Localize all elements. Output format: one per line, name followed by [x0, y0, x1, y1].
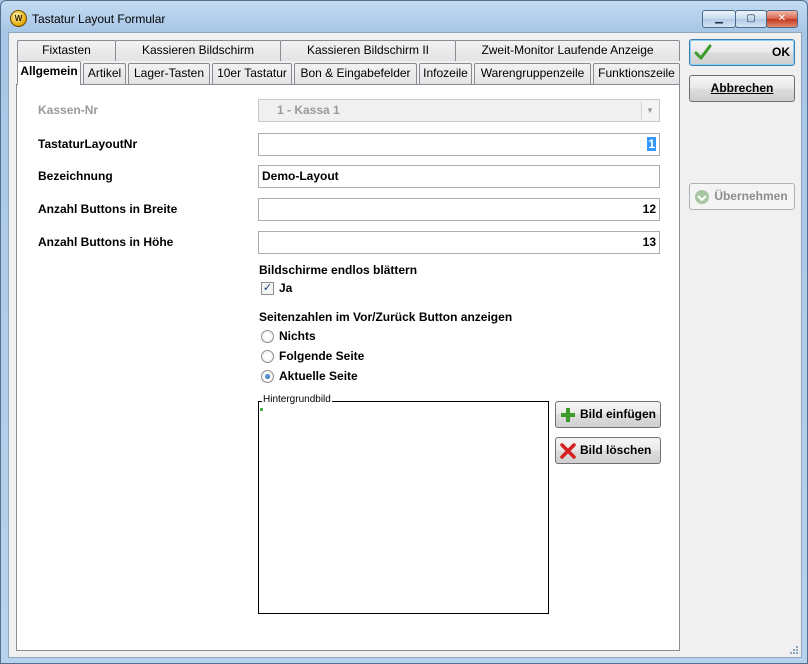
insert-image-label: Bild einfügen [580, 407, 656, 421]
delete-image-label: Bild löschen [580, 443, 652, 457]
cancel-button[interactable]: Abbrechen [689, 75, 795, 102]
bezeichnung-input[interactable]: Demo-Layout [258, 165, 660, 188]
background-image-label: Hintergrundbild [262, 394, 332, 405]
kassen-nr-select[interactable]: 1 - Kassa 1 ▼ [258, 99, 660, 122]
close-icon: ✕ [777, 13, 787, 24]
breite-input[interactable]: 12 [258, 198, 660, 221]
app-logo-icon: W [10, 10, 27, 27]
endlos-checkbox[interactable]: ✓ [261, 282, 274, 295]
minimize-button[interactable]: ▁ [702, 10, 736, 28]
tab-infozeile[interactable]: Infozeile [419, 63, 472, 84]
tab-warengruppenzeile[interactable]: Warengruppenzeile [474, 63, 591, 84]
apply-button[interactable]: Übernehmen [689, 183, 795, 210]
delete-image-button[interactable]: Bild löschen [555, 437, 661, 464]
layout-nr-label: TastaturLayoutNr [38, 137, 138, 151]
radio-folgende-seite-label: Folgende Seite [279, 349, 365, 363]
radio-nichts-label: Nichts [279, 329, 316, 343]
close-button[interactable]: ✕ [766, 10, 798, 28]
insert-image-button[interactable]: Bild einfügen [555, 401, 661, 428]
tab-zweit-monitor[interactable]: Zweit-Monitor Laufende Anzeige [455, 40, 680, 61]
dialog-client-area: Fixtasten Kassieren Bildschirm Kassieren… [8, 32, 802, 658]
layout-nr-input[interactable]: 1 [258, 133, 660, 156]
delete-x-icon [560, 443, 576, 459]
chevron-down-icon[interactable]: ▼ [641, 101, 658, 120]
tab-panel-allgemein: Kassen-Nr 1 - Kassa 1 ▼ TastaturLayoutNr… [16, 84, 680, 651]
radio-nichts[interactable] [261, 330, 274, 343]
resize-grip-icon[interactable] [789, 645, 799, 655]
tab-artikel[interactable]: Artikel [83, 63, 126, 84]
cancel-label: Abbrechen [710, 81, 774, 95]
tab-lager-tasten[interactable]: Lager-Tasten [128, 63, 210, 84]
ok-label: OK [772, 45, 790, 59]
radio-folgende-seite[interactable] [261, 350, 274, 363]
seitenzahlen-label: Seitenzahlen im Vor/Zurück Button anzeig… [259, 310, 513, 324]
bezeichnung-label: Bezeichnung [38, 169, 113, 183]
kassen-nr-label: Kassen-Nr [38, 103, 99, 117]
hoehe-label: Anzahl Buttons in Höhe [38, 235, 174, 249]
endlos-option-label: Ja [279, 281, 293, 295]
radio-aktuelle-seite-label: Aktuelle Seite [279, 369, 358, 383]
tab-funktionszeile[interactable]: Funktionszeile [593, 63, 680, 84]
image-anchor-dot [260, 408, 263, 411]
tab-kassieren-bildschirm-ii[interactable]: Kassieren Bildschirm II [280, 40, 456, 61]
tab-10er-tastatur[interactable]: 10er Tastatur [212, 63, 292, 84]
endlos-label: Bildschirme endlos blättern [259, 263, 418, 277]
maximize-button[interactable]: ▢ [735, 10, 767, 28]
radio-aktuelle-seite[interactable] [261, 370, 274, 383]
dialog-window: W Tastatur Layout Formular ▁ ▢ ✕ Fixtast… [0, 0, 808, 664]
plus-icon [561, 408, 575, 422]
breite-label: Anzahl Buttons in Breite [38, 202, 178, 216]
minimize-icon: ▁ [715, 13, 723, 24]
checkmark-icon: ✓ [262, 282, 273, 294]
tab-allgemein[interactable]: Allgemein [17, 61, 81, 85]
kassen-nr-value: 1 - Kassa 1 [277, 103, 340, 117]
layout-nr-value: 1 [647, 137, 656, 151]
tab-fixtasten[interactable]: Fixtasten [17, 40, 116, 61]
tab-bon-eingabefelder[interactable]: Bon & Eingabefelder [294, 63, 417, 84]
apply-label: Übernehmen [714, 189, 788, 203]
tab-kassieren-bildschirm[interactable]: Kassieren Bildschirm [115, 40, 281, 61]
hoehe-input[interactable]: 13 [258, 231, 660, 254]
maximize-icon: ▢ [746, 13, 756, 24]
title-bar[interactable]: W Tastatur Layout Formular ▁ ▢ ✕ [1, 1, 807, 33]
background-image-box[interactable] [258, 401, 549, 614]
window-title: Tastatur Layout Formular [32, 12, 166, 26]
ok-button[interactable]: OK [689, 39, 795, 66]
